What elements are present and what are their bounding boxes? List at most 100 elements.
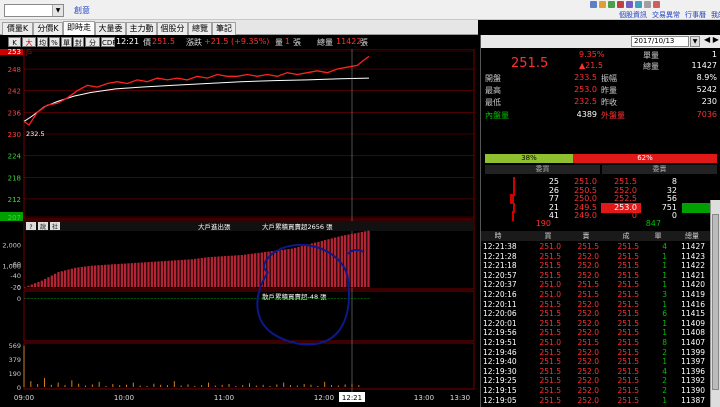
inst-bar [187, 259, 190, 287]
tick-row[interactable]: 12:19:51 251.0 251.5 251.5 8 11407 [481, 338, 720, 348]
inst-bar [324, 240, 327, 287]
inst-bar [104, 264, 107, 287]
volume-value: 1 [285, 37, 291, 46]
retail-bar [174, 298, 177, 299]
inst-bar [300, 246, 303, 287]
inst-bar [307, 244, 310, 287]
inst-bar [177, 260, 180, 287]
tab-bar: 價量K線 分價K線 即時走勢 大量委託 主力動態 個股分析 總覽 筆記 [0, 20, 478, 45]
window-icon[interactable] [590, 1, 597, 8]
date-field[interactable]: 2017/10/13 [631, 36, 689, 47]
link-stock-info[interactable]: 個股資訊 [619, 11, 647, 19]
last-price: 251.5 [511, 56, 549, 71]
change-value: +21.5 (+9.35%) [204, 37, 270, 46]
inst-bar [354, 233, 357, 287]
close-price-button[interactable]: 封 [73, 37, 84, 47]
intraday-chart[interactable]: 253 248 242 236 230 224 218 212 207 232.5? 說社 大戶進出張… [0, 49, 478, 407]
volume-tick-label: 190 [9, 370, 21, 378]
retail-tick-label: 0 [17, 295, 21, 303]
inst-bar [240, 255, 243, 287]
tick-lot: 1 [662, 357, 667, 367]
retail-bar [197, 298, 200, 299]
high-label: 最高 [485, 86, 501, 95]
retail-bar [290, 298, 293, 299]
sub-toolbar-label: 社 [52, 223, 58, 231]
tab-price-volume-k[interactable]: 價量K線 [2, 22, 33, 45]
average-button[interactable]: 均 [37, 37, 48, 47]
stock-name-link[interactable]: 創意 [74, 5, 90, 16]
tick-bid: 251.5 [539, 395, 561, 405]
link-settings[interactable]: 我的設定 [711, 11, 720, 19]
stock-select[interactable]: ▼ [4, 4, 64, 17]
inner-volume: 內盤量 4389 [485, 110, 597, 121]
retail-bar [40, 298, 43, 299]
close-icon[interactable] [653, 1, 660, 8]
tick-row[interactable]: 12:19:56 251.5 252.0 251.5 1 11408 [481, 328, 720, 338]
price-dist-button[interactable]: 分價 [85, 37, 100, 57]
calendar-dropdown-icon[interactable]: ▼ [690, 36, 700, 47]
tick-row[interactable]: 12:19:25 251.5 252.0 251.5 2 11392 [481, 376, 720, 386]
date-nav[interactable]: ◀ ▶ [704, 35, 719, 44]
tick-row[interactable]: 12:21:38 251.0 251.5 251.5 4 11427 [481, 242, 720, 252]
tick-row[interactable]: 12:20:11 251.5 252.0 251.5 1 11416 [481, 300, 720, 310]
info-icon[interactable] [635, 1, 642, 8]
retail-bar [180, 298, 183, 299]
major-holder-button[interactable]: 大戶 [22, 37, 36, 57]
print-icon[interactable] [644, 1, 651, 8]
toolbar-icons [590, 1, 716, 10]
refresh-icon[interactable] [608, 1, 615, 8]
cdp-button[interactable]: CDP [101, 37, 117, 47]
flag-icon[interactable] [617, 1, 624, 8]
kline-button[interactable]: K線 [8, 37, 21, 57]
inst-bar [137, 262, 140, 287]
tick-time: 12:20:01 [483, 318, 517, 328]
inst-bar [27, 285, 30, 287]
inst-bar [84, 266, 87, 287]
tab-notes[interactable]: 筆記 [212, 22, 236, 35]
tick-deal: 251.5 [617, 338, 639, 347]
tick-row[interactable]: 12:20:16 251.0 251.5 251.5 3 11419 [481, 290, 720, 300]
tick-time: 12:21:18 [483, 261, 517, 271]
link-trade-alert[interactable]: 交易異常 [652, 11, 680, 19]
tick-deal: 251.5 [617, 290, 639, 299]
scroll-thumb[interactable] [712, 214, 719, 390]
retail-bar [270, 298, 273, 299]
single-button[interactable]: 單 [61, 37, 72, 47]
tick-row[interactable]: 12:19:30 251.5 252.0 251.5 4 11396 [481, 367, 720, 377]
tick-row[interactable]: 12:21:18 251.5 252.0 251.5 1 11422 [481, 261, 720, 271]
chart-icon[interactable] [626, 1, 633, 8]
tab-stock-analysis[interactable]: 個股分析 [157, 22, 188, 45]
inst-bar [334, 237, 337, 287]
tick-total: 11392 [681, 376, 705, 386]
tick-deal: 251.5 [617, 386, 639, 395]
tick-row[interactable]: 12:19:05 251.5 252.0 251.5 1 11387 [481, 396, 720, 406]
retail-bar [254, 298, 257, 299]
tick-row[interactable]: 12:21:28 251.5 252.0 251.5 1 11423 [481, 252, 720, 262]
col-total: 總量 [685, 232, 699, 240]
percent-button[interactable]: % [49, 37, 60, 47]
retail-bar [330, 298, 333, 299]
tick-scrollbar[interactable] [710, 200, 720, 407]
tick-row[interactable]: 12:19:46 251.5 252.0 251.5 2 11399 [481, 348, 720, 358]
tick-row[interactable]: 12:19:40 251.5 252.0 251.5 1 11397 [481, 357, 720, 367]
retail-bar [130, 298, 133, 299]
inst-bar [304, 245, 307, 287]
tick-row[interactable]: 12:20:57 251.5 252.0 251.5 1 11421 [481, 271, 720, 281]
tick-bid: 251.5 [539, 328, 561, 338]
retail-bar [217, 298, 220, 299]
tick-row[interactable]: 12:19:15 251.5 252.0 251.5 2 11390 [481, 386, 720, 396]
tab-overview[interactable]: 總覽 [188, 22, 212, 35]
link-calendar[interactable]: 行事曆 [685, 11, 706, 19]
alert-icon[interactable] [599, 1, 606, 8]
inst-bar [230, 255, 233, 287]
tab-main-force[interactable]: 主力動態 [126, 22, 157, 45]
app-window: ▼ 創意 個股資訊交易異常行事曆我的設定 價量K線 分價K線 即時走勢 大量委託… [0, 0, 720, 407]
tick-row[interactable]: 12:20:37 251.0 251.5 251.5 1 11420 [481, 280, 720, 290]
tick-row[interactable]: 12:20:01 251.5 252.0 251.5 1 11409 [481, 319, 720, 329]
tick-row[interactable]: 12:20:06 251.5 252.0 251.5 6 11415 [481, 309, 720, 319]
tab-price-distribution-k[interactable]: 分價K線 [33, 22, 63, 45]
tick-table-header: 時 買 賣 成 單 總量 [481, 231, 720, 241]
tab-large-orders[interactable]: 大量委託 [95, 22, 126, 45]
tab-realtime-trend[interactable]: 即時走勢 [63, 21, 95, 44]
chevron-down-icon[interactable]: ▼ [52, 5, 63, 16]
